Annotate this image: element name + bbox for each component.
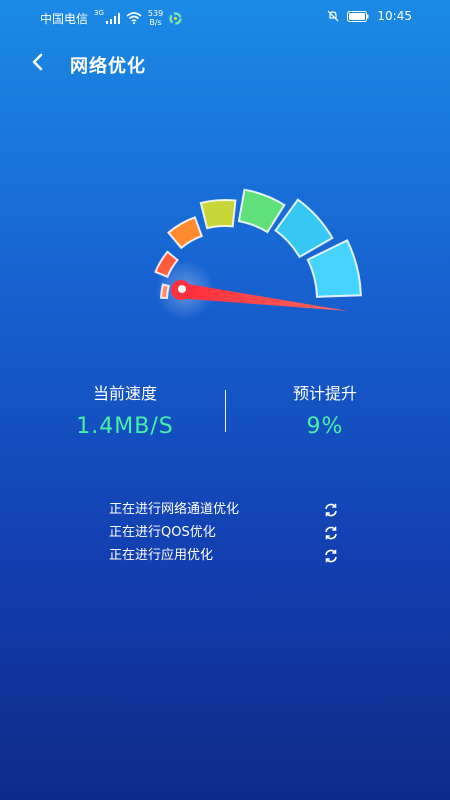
app-header: 网络优化 <box>0 44 450 84</box>
status-right: 10:45 <box>327 9 412 23</box>
mute-bell-icon <box>327 10 339 22</box>
battery-icon <box>347 10 369 22</box>
sync-icon <box>325 503 337 517</box>
expected-boost-stat: 预计提升 9% <box>235 380 415 439</box>
status-bar: 中国电信 3G 539 B/s 10:45 <box>0 0 450 34</box>
current-speed-label: 当前速度 <box>92 384 157 403</box>
task-label: 正在进行QOS优化 <box>109 525 216 540</box>
gauge-segment <box>274 198 334 259</box>
status-left: 中国电信 3G 539 B/s <box>40 9 182 27</box>
network-type-label: 3G <box>94 9 104 17</box>
net-speed-unit: B/s <box>149 18 162 27</box>
wifi-icon <box>126 12 142 24</box>
back-arrow-icon[interactable] <box>24 48 52 76</box>
stats-divider <box>225 390 226 432</box>
gauge-segment <box>237 188 286 234</box>
task-label: 正在进行应用优化 <box>109 548 214 563</box>
gauge-segment <box>167 216 204 250</box>
net-speed-value: 539 <box>147 9 164 18</box>
speed-gauge <box>154 188 362 320</box>
expected-boost-value: 9% <box>306 414 344 439</box>
gauge-hub-dot <box>178 285 186 293</box>
expected-boost-label: 预计提升 <box>292 384 357 403</box>
signal-icon <box>105 12 120 24</box>
optimization-task-list: 正在进行网络通道优化 正在进行QOS优化 正在进行应用优化 <box>109 500 349 569</box>
current-speed-value: 1.4MB/S <box>76 414 174 439</box>
task-item: 正在进行应用优化 <box>109 546 349 569</box>
current-speed-stat: 当前速度 1.4MB/S <box>35 380 215 439</box>
page-title: 网络优化 <box>70 56 146 77</box>
app-notification-icon <box>169 11 182 25</box>
task-label: 正在进行网络通道优化 <box>109 502 240 517</box>
gauge-segment <box>199 199 237 230</box>
clock: 10:45 <box>377 9 412 23</box>
net-speed: 539 B/s <box>148 9 163 27</box>
task-item: 正在进行网络通道优化 <box>109 500 349 523</box>
carrier-label: 中国电信 <box>40 11 89 26</box>
sync-icon <box>325 549 337 563</box>
gauge-segment <box>306 239 362 298</box>
task-item: 正在进行QOS优化 <box>109 523 349 546</box>
sync-icon <box>325 526 337 540</box>
